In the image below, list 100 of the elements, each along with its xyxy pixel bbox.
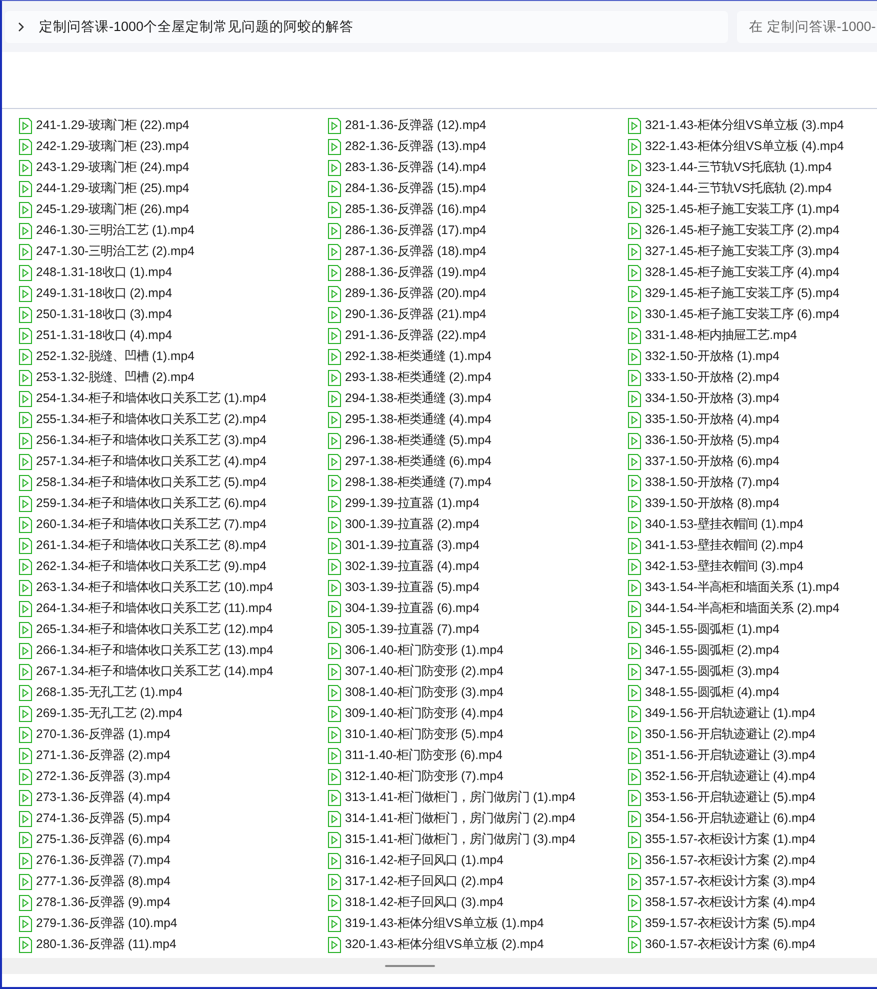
file-item[interactable]: 337-1.50-开放格 (6).mp4	[627, 453, 780, 470]
file-item[interactable]: 340-1.53-壁挂衣帽间 (1).mp4	[627, 516, 804, 533]
file-item[interactable]: 341-1.53-壁挂衣帽间 (2).mp4	[627, 537, 804, 554]
file-item[interactable]: 336-1.50-开放格 (5).mp4	[627, 432, 780, 449]
horizontal-scrollbar[interactable]	[2, 958, 877, 974]
file-item[interactable]: 283-1.36-反弹器 (14).mp4	[327, 159, 486, 176]
file-item[interactable]: 339-1.50-开放格 (8).mp4	[627, 495, 780, 512]
file-item[interactable]: 250-1.31-18收口 (3).mp4	[18, 306, 172, 323]
file-item[interactable]: 295-1.38-柜类通缝 (4).mp4	[327, 411, 492, 428]
file-item[interactable]: 262-1.34-柜子和墙体收口关系工艺 (9).mp4	[18, 558, 266, 575]
file-item[interactable]: 355-1.57-衣柜设计方案 (1).mp4	[627, 831, 816, 848]
file-item[interactable]: 303-1.39-拉直器 (5).mp4	[327, 579, 480, 596]
file-item[interactable]: 270-1.36-反弹器 (1).mp4	[18, 726, 170, 743]
file-item[interactable]: 257-1.34-柜子和墙体收口关系工艺 (4).mp4	[18, 453, 266, 470]
file-item[interactable]: 260-1.34-柜子和墙体收口关系工艺 (7).mp4	[18, 516, 266, 533]
file-item[interactable]: 256-1.34-柜子和墙体收口关系工艺 (3).mp4	[18, 432, 266, 449]
file-item[interactable]: 313-1.41-柜门做柜门，房门做房门 (1).mp4	[327, 789, 576, 806]
file-item[interactable]: 258-1.34-柜子和墙体收口关系工艺 (5).mp4	[18, 474, 266, 491]
search-field[interactable]: 在 定制问答课-1000-	[737, 10, 877, 42]
file-item[interactable]: 318-1.42-柜子回风口 (3).mp4	[327, 894, 504, 911]
file-item[interactable]: 259-1.34-柜子和墙体收口关系工艺 (6).mp4	[18, 495, 266, 512]
file-item[interactable]: 297-1.38-柜类通缝 (6).mp4	[327, 453, 492, 470]
file-item[interactable]: 338-1.50-开放格 (7).mp4	[627, 474, 780, 491]
file-item[interactable]: 281-1.36-反弹器 (12).mp4	[327, 117, 486, 134]
file-item[interactable]: 327-1.45-柜子施工安装工序 (3).mp4	[627, 243, 840, 260]
file-item[interactable]: 353-1.56-开启轨迹避让 (5).mp4	[627, 789, 816, 806]
file-item[interactable]: 301-1.39-拉直器 (3).mp4	[327, 537, 480, 554]
file-item[interactable]: 302-1.39-拉直器 (4).mp4	[327, 558, 480, 575]
file-item[interactable]: 251-1.31-18收口 (4).mp4	[18, 327, 172, 344]
address-bar[interactable]: 定制问答课-1000个全屋定制常见问题的阿蛟的解答	[5, 10, 728, 42]
file-item[interactable]: 282-1.36-反弹器 (13).mp4	[327, 138, 486, 155]
file-item[interactable]: 278-1.36-反弹器 (9).mp4	[18, 894, 170, 911]
file-item[interactable]: 314-1.41-柜门做柜门，房门做房门 (2).mp4	[327, 810, 576, 827]
file-item[interactable]: 351-1.56-开启轨迹避让 (3).mp4	[627, 747, 816, 764]
file-item[interactable]: 323-1.44-三节轨VS托底轨 (1).mp4	[627, 159, 832, 176]
file-item[interactable]: 320-1.43-柜体分组VS单立板 (2).mp4	[327, 936, 544, 953]
file-item[interactable]: 311-1.40-柜门防变形 (6).mp4	[327, 747, 503, 764]
file-item[interactable]: 346-1.55-圆弧柜 (2).mp4	[627, 642, 780, 659]
file-item[interactable]: 284-1.36-反弹器 (15).mp4	[327, 180, 486, 197]
file-item[interactable]: 254-1.34-柜子和墙体收口关系工艺 (1).mp4	[18, 390, 266, 407]
file-item[interactable]: 275-1.36-反弹器 (6).mp4	[18, 831, 170, 848]
file-item[interactable]: 329-1.45-柜子施工安装工序 (5).mp4	[627, 285, 840, 302]
file-item[interactable]: 253-1.32-脱缝、凹槽 (2).mp4	[18, 369, 194, 386]
file-item[interactable]: 357-1.57-衣柜设计方案 (3).mp4	[627, 873, 816, 890]
file-item[interactable]: 358-1.57-衣柜设计方案 (4).mp4	[627, 894, 816, 911]
file-item[interactable]: 331-1.48-柜内抽屉工艺.mp4	[627, 327, 797, 344]
file-item[interactable]: 287-1.36-反弹器 (18).mp4	[327, 243, 486, 260]
file-item[interactable]: 317-1.42-柜子回风口 (2).mp4	[327, 873, 504, 890]
file-item[interactable]: 335-1.50-开放格 (4).mp4	[627, 411, 780, 428]
file-item[interactable]: 325-1.45-柜子施工安装工序 (1).mp4	[627, 201, 840, 218]
file-item[interactable]: 276-1.36-反弹器 (7).mp4	[18, 852, 170, 869]
file-item[interactable]: 268-1.35-无孔工艺 (1).mp4	[18, 684, 182, 701]
file-item[interactable]: 263-1.34-柜子和墙体收口关系工艺 (10).mp4	[18, 579, 274, 596]
file-item[interactable]: 324-1.44-三节轨VS托底轨 (2).mp4	[627, 180, 832, 197]
file-item[interactable]: 241-1.29-玻璃门柜 (22).mp4	[18, 117, 190, 134]
file-item[interactable]: 272-1.36-反弹器 (3).mp4	[18, 768, 170, 785]
file-item[interactable]: 293-1.38-柜类通缝 (2).mp4	[327, 369, 492, 386]
file-item[interactable]: 354-1.56-开启轨迹避让 (6).mp4	[627, 810, 816, 827]
file-item[interactable]: 265-1.34-柜子和墙体收口关系工艺 (12).mp4	[18, 621, 274, 638]
file-item[interactable]: 316-1.42-柜子回风口 (1).mp4	[327, 852, 504, 869]
file-item[interactable]: 280-1.36-反弹器 (11).mp4	[18, 936, 176, 953]
file-item[interactable]: 315-1.41-柜门做柜门，房门做房门 (3).mp4	[327, 831, 576, 848]
file-item[interactable]: 242-1.29-玻璃门柜 (23).mp4	[18, 138, 190, 155]
file-item[interactable]: 306-1.40-柜门防变形 (1).mp4	[327, 642, 504, 659]
file-item[interactable]: 249-1.31-18收口 (2).mp4	[18, 285, 172, 302]
file-item[interactable]: 296-1.38-柜类通缝 (5).mp4	[327, 432, 492, 449]
file-item[interactable]: 291-1.36-反弹器 (22).mp4	[327, 327, 486, 344]
file-item[interactable]: 334-1.50-开放格 (3).mp4	[627, 390, 780, 407]
file-item[interactable]: 299-1.39-拉直器 (1).mp4	[327, 495, 480, 512]
file-item[interactable]: 305-1.39-拉直器 (7).mp4	[327, 621, 480, 638]
file-item[interactable]: 300-1.39-拉直器 (2).mp4	[327, 516, 480, 533]
file-item[interactable]: 285-1.36-反弹器 (16).mp4	[327, 201, 486, 218]
file-item[interactable]: 308-1.40-柜门防变形 (3).mp4	[327, 684, 504, 701]
file-item[interactable]: 286-1.36-反弹器 (17).mp4	[327, 222, 486, 239]
file-item[interactable]: 267-1.34-柜子和墙体收口关系工艺 (14).mp4	[18, 663, 274, 680]
file-item[interactable]: 252-1.32-脱缝、凹槽 (1).mp4	[18, 348, 194, 365]
file-item[interactable]: 243-1.29-玻璃门柜 (24).mp4	[18, 159, 190, 176]
file-item[interactable]: 348-1.55-圆弧柜 (4).mp4	[627, 684, 780, 701]
file-item[interactable]: 290-1.36-反弹器 (21).mp4	[327, 306, 486, 323]
file-item[interactable]: 360-1.57-衣柜设计方案 (6).mp4	[627, 936, 816, 953]
scrollbar-thumb[interactable]	[384, 965, 434, 967]
file-item[interactable]: 264-1.34-柜子和墙体收口关系工艺 (11).mp4	[18, 600, 272, 617]
file-item[interactable]: 342-1.53-壁挂衣帽间 (3).mp4	[627, 558, 804, 575]
file-item[interactable]: 277-1.36-反弹器 (8).mp4	[18, 873, 170, 890]
file-item[interactable]: 332-1.50-开放格 (1).mp4	[627, 348, 780, 365]
file-item[interactable]: 349-1.56-开启轨迹避让 (1).mp4	[627, 705, 816, 722]
file-item[interactable]: 298-1.38-柜类通缝 (7).mp4	[327, 474, 492, 491]
file-item[interactable]: 271-1.36-反弹器 (2).mp4	[18, 747, 170, 764]
file-item[interactable]: 309-1.40-柜门防变形 (4).mp4	[327, 705, 504, 722]
file-item[interactable]: 261-1.34-柜子和墙体收口关系工艺 (8).mp4	[18, 537, 266, 554]
file-item[interactable]: 322-1.43-柜体分组VS单立板 (4).mp4	[627, 138, 844, 155]
file-item[interactable]: 312-1.40-柜门防变形 (7).mp4	[327, 768, 504, 785]
file-item[interactable]: 345-1.55-圆弧柜 (1).mp4	[627, 621, 780, 638]
file-item[interactable]: 273-1.36-反弹器 (4).mp4	[18, 789, 170, 806]
file-item[interactable]: 359-1.57-衣柜设计方案 (5).mp4	[627, 915, 816, 932]
file-item[interactable]: 319-1.43-柜体分组VS单立板 (1).mp4	[327, 915, 544, 932]
file-item[interactable]: 344-1.54-半高柜和墙面关系 (2).mp4	[627, 600, 840, 617]
file-item[interactable]: 289-1.36-反弹器 (20).mp4	[327, 285, 486, 302]
file-item[interactable]: 352-1.56-开启轨迹避让 (4).mp4	[627, 768, 816, 785]
file-item[interactable]: 244-1.29-玻璃门柜 (25).mp4	[18, 180, 190, 197]
